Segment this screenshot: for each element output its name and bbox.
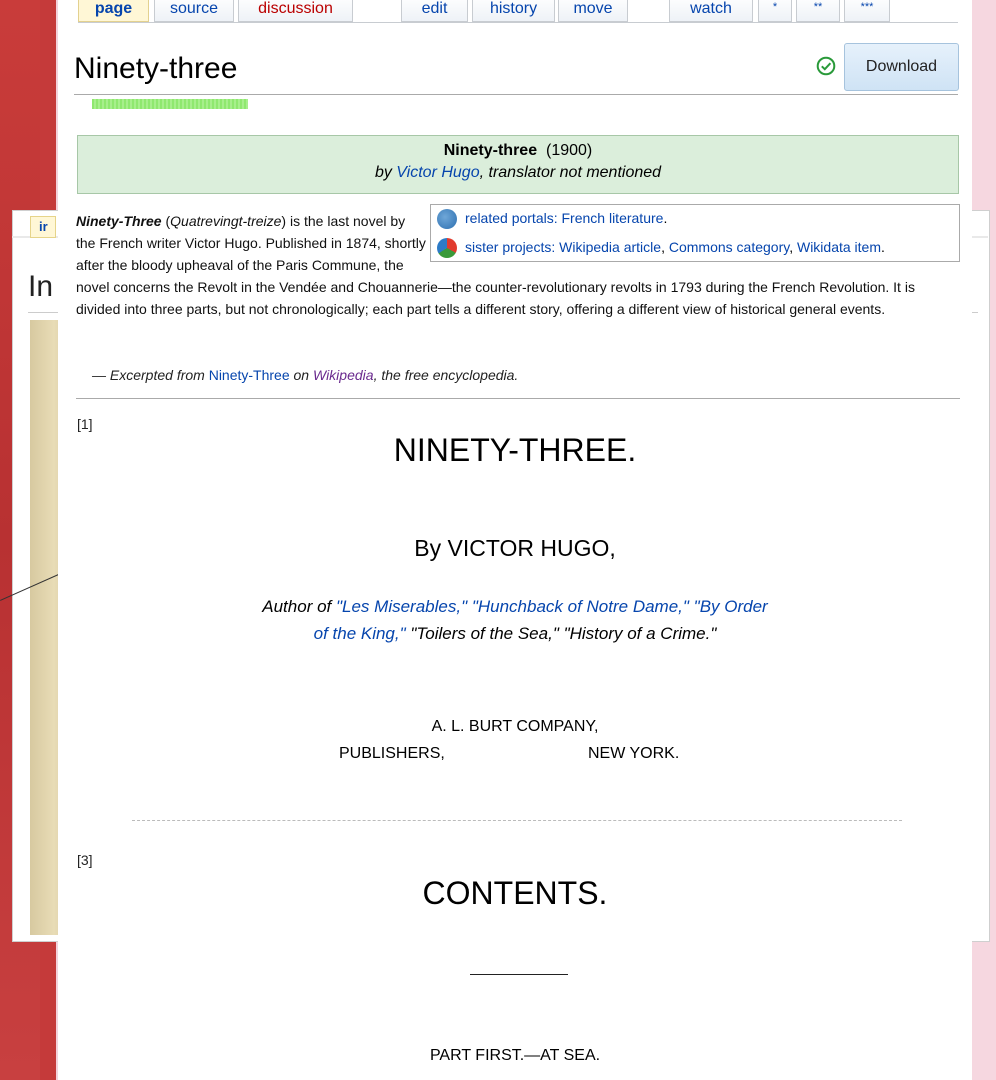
works-link-by-order[interactable]: of the King," [314, 624, 406, 643]
tab-star-1[interactable]: * [758, 0, 792, 22]
title-rule [74, 94, 958, 95]
main-page: page source discussion edit history move… [58, 0, 972, 1080]
related-projects-box: related portals: French literature. sist… [430, 204, 960, 262]
works-line-2: of the King," "Toilers of the Sea," "His… [58, 620, 972, 647]
background-page-title: In [28, 270, 54, 303]
header-byline: by Victor Hugo, translator not mentioned [78, 164, 958, 182]
portals-label[interactable]: related portals: [465, 210, 558, 226]
download-button[interactable]: Download [844, 43, 959, 91]
works-links[interactable]: "Les Miserables," "Hunchback of Notre Da… [336, 597, 768, 616]
portal-icon [437, 209, 457, 230]
part-first-heading: PART FIRST.—AT SEA. [429, 1047, 601, 1064]
excerpt-link-wikipedia[interactable]: Wikipedia [313, 367, 374, 383]
header-year: (1900) [546, 142, 593, 159]
header-by: by [374, 164, 392, 181]
page-title: Ninety-three [74, 52, 238, 85]
tab-star-3[interactable]: *** [844, 0, 890, 22]
sister-row: sister projects: Wikipedia article, Comm… [437, 235, 885, 259]
sister-link-commons[interactable]: Commons category [669, 239, 789, 255]
tab-discussion[interactable]: discussion [238, 0, 353, 22]
page-separator [132, 820, 902, 821]
proofread-status-bar [92, 99, 248, 109]
portal-link-french-literature[interactable]: French literature [562, 210, 664, 226]
intro-original-title: Quatrevingt-treize [170, 213, 282, 229]
excerpt-prefix: — Excerpted from [92, 367, 209, 383]
author-of-label: Author of [262, 597, 336, 616]
header-translator: , translator not mentioned [479, 164, 662, 181]
validated-check-icon [816, 56, 836, 76]
page-ref-3[interactable]: [3] [77, 852, 93, 868]
contents-heading: CONTENTS. [422, 875, 608, 911]
wikimedia-icon [437, 238, 457, 259]
sister-end: . [881, 239, 885, 255]
sister-link-wikidata[interactable]: Wikidata item [797, 239, 881, 255]
intro-bold-title: Ninety-Three [76, 213, 162, 229]
header-box: Ninety-three (1900) by Victor Hugo, tran… [77, 135, 959, 194]
tab-page[interactable]: page [78, 0, 149, 22]
portals-end: . [663, 210, 668, 226]
background-tab[interactable]: ir [30, 216, 56, 238]
page-ref-1[interactable]: [1] [77, 416, 93, 432]
tab-baseline [78, 22, 958, 23]
header-title: Ninety-three [443, 142, 538, 159]
tab-history[interactable]: history [472, 0, 555, 22]
excerpt-suffix: , the free encyclopedia. [373, 367, 519, 383]
excerpt-link-ninety-three[interactable]: Ninety-Three [209, 367, 290, 383]
works-line-1: Author of "Les Miserables," "Hunchback o… [58, 593, 972, 620]
intro-separator [76, 398, 960, 399]
portals-row: related portals: French literature. [437, 206, 667, 230]
tab-star-2[interactable]: ** [796, 0, 840, 22]
book-title: NINETY-THREE. [393, 432, 637, 468]
excerpt-credit: — Excerpted from Ninety-Three on Wikiped… [92, 367, 518, 383]
publisher-name: A. L. BURT COMPANY, [431, 718, 599, 735]
excerpt-on: on [289, 367, 313, 383]
publisher-city: NEW YORK. [588, 745, 680, 762]
book-author-works: Author of "Les Miserables," "Hunchback o… [58, 593, 972, 647]
sister-link-wikipedia[interactable]: Wikipedia article [559, 239, 661, 255]
tab-edit[interactable]: edit [401, 0, 468, 22]
tab-watch[interactable]: watch [669, 0, 753, 22]
contents-rule [470, 974, 568, 975]
tab-move[interactable]: move [558, 0, 628, 22]
tab-source[interactable]: source [154, 0, 234, 22]
works-rest: "Toilers of the Sea," "History of a Crim… [405, 624, 717, 643]
header-title-line: Ninety-three (1900) [78, 142, 958, 164]
author-link[interactable]: Victor Hugo [396, 164, 479, 181]
book-byline: By VICTOR HUGO, [414, 535, 616, 561]
publishers-label: PUBLISHERS, [339, 745, 445, 762]
sister-label[interactable]: sister projects: [465, 239, 555, 255]
